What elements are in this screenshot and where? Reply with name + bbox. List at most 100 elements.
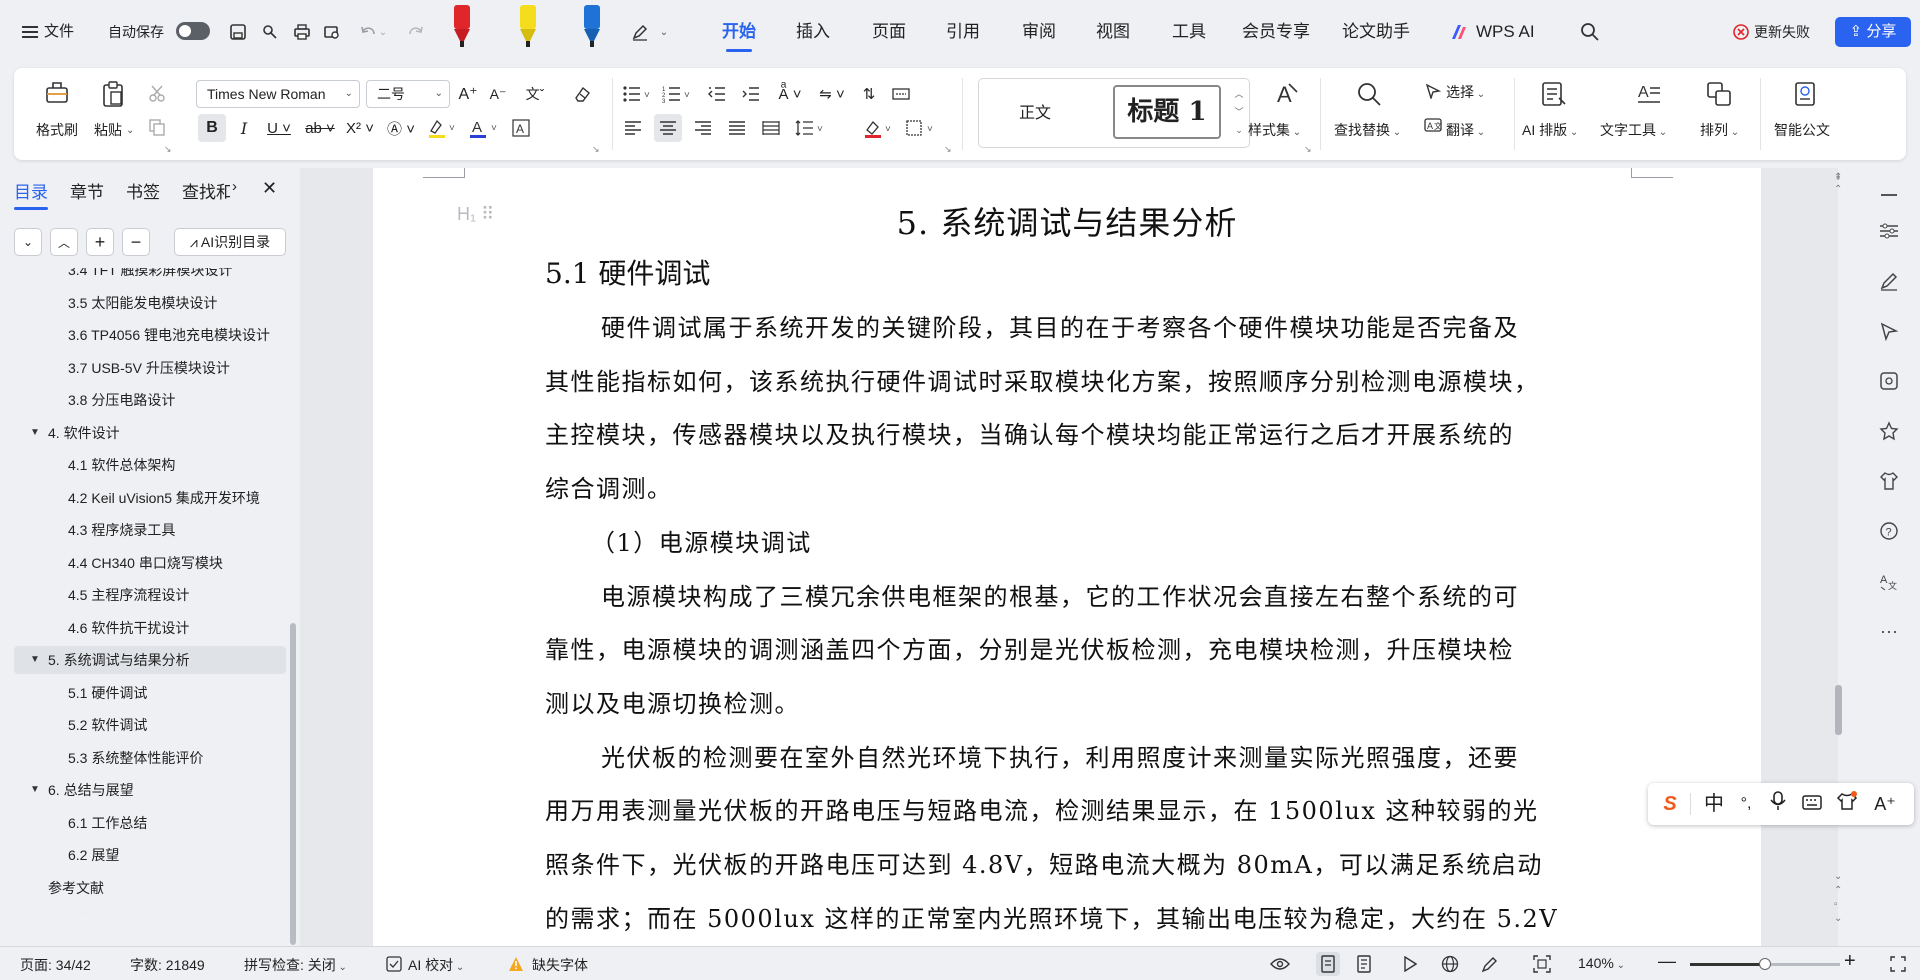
toc-item[interactable]: 6.2 展望 bbox=[14, 841, 286, 869]
highlight-color-icon[interactable]: ˅ bbox=[424, 114, 460, 142]
arrange-label[interactable]: 排列 ⌄ bbox=[1700, 120, 1739, 140]
page-view-icon[interactable] bbox=[1316, 952, 1340, 976]
decrease-indent-icon[interactable] bbox=[704, 82, 730, 106]
font-size-select[interactable]: 二号 ⌄ bbox=[366, 80, 450, 108]
sort-icon[interactable]: ⇋ ˅ bbox=[816, 82, 848, 106]
scroll-top-icon[interactable]: ⇞ ⌃ bbox=[1834, 172, 1842, 196]
microphone-icon[interactable] bbox=[1766, 791, 1790, 817]
numbered-list-icon[interactable]: 1 2 3 ˅ bbox=[660, 82, 694, 106]
tab-home[interactable]: 开始 bbox=[722, 20, 756, 52]
play-icon[interactable] bbox=[1398, 952, 1422, 976]
underline-icon[interactable]: U ˅ bbox=[262, 114, 296, 142]
select-label[interactable]: 选择 ⌄ bbox=[1446, 82, 1485, 102]
toc-item[interactable]: 4.6 软件抗干扰设计 bbox=[14, 614, 286, 642]
paste-icon[interactable] bbox=[96, 78, 130, 110]
link-icon[interactable] bbox=[256, 18, 284, 46]
phonetic-guide-icon[interactable]: 文ˇ bbox=[518, 82, 552, 106]
font-expand-icon[interactable]: ↘ bbox=[592, 144, 600, 155]
ime-lang-toggle[interactable]: 中 bbox=[1700, 791, 1728, 817]
add-heading-button[interactable]: + bbox=[86, 228, 114, 256]
zoom-slider[interactable] bbox=[1690, 958, 1840, 970]
ai-layout-icon[interactable] bbox=[1536, 78, 1570, 110]
find-replace-label[interactable]: 查找替换 ⌄ bbox=[1334, 120, 1401, 140]
text-tools-icon[interactable]: A bbox=[1632, 78, 1666, 110]
styles-expand-icon[interactable]: ↘ bbox=[1304, 144, 1312, 155]
toc-item[interactable]: 4.3 程序烧录工具 bbox=[14, 516, 286, 544]
strikethrough-icon[interactable]: ab ˅ bbox=[302, 114, 338, 142]
spell-check-status[interactable]: 拼写检查: 关闭 ⌄ bbox=[244, 955, 347, 975]
zoom-in-icon[interactable]: + bbox=[1844, 950, 1856, 973]
shading-icon[interactable]: ˅ bbox=[860, 114, 896, 142]
toc-item[interactable]: 5.1 硬件调试 bbox=[14, 679, 286, 707]
style-set-label[interactable]: 样式集 ⌄ bbox=[1248, 120, 1301, 140]
text-direction-icon[interactable]: Aͣ ˅ bbox=[772, 82, 808, 106]
web-view-icon[interactable] bbox=[1438, 952, 1462, 976]
expand-triangle-icon[interactable]: ▼ bbox=[30, 776, 40, 804]
update-failed-label[interactable]: 更新失败 bbox=[1754, 21, 1810, 43]
fullscreen-icon[interactable] bbox=[1886, 952, 1910, 976]
toc-item[interactable]: 3.4 TFT 触摸彩屏模块设计 bbox=[14, 268, 286, 284]
show-marks-icon[interactable] bbox=[888, 82, 914, 106]
ai-proof-button[interactable]: AI 校对 ⌄ bbox=[408, 955, 464, 975]
style-heading-1[interactable]: 标题 1 bbox=[1113, 85, 1221, 139]
blue-pen-icon[interactable] bbox=[578, 2, 606, 50]
punctuation-icon[interactable]: °, bbox=[1734, 791, 1758, 817]
pen-dropdown-icon[interactable]: ⌄ bbox=[656, 18, 672, 46]
remove-heading-button[interactable]: − bbox=[122, 228, 150, 256]
cut-icon[interactable] bbox=[146, 82, 168, 104]
shrink-font-icon[interactable]: A⁻ bbox=[486, 82, 510, 106]
zoom-level[interactable]: 140% ⌄ bbox=[1578, 955, 1625, 971]
zoom-slider-thumb[interactable] bbox=[1759, 958, 1771, 970]
format-painter-label[interactable]: 格式刷 bbox=[36, 120, 78, 140]
font-name-select[interactable]: Times New Roman ⌄ bbox=[196, 80, 360, 108]
bold-icon[interactable]: B bbox=[198, 114, 226, 142]
toc-item[interactable]: ▼ 5. 系统调试与结果分析 bbox=[14, 646, 286, 674]
toc-item[interactable]: ▼ 4. 软件设计 bbox=[14, 419, 286, 447]
toc-item[interactable]: 4.5 主程序流程设计 bbox=[14, 581, 286, 609]
missing-font-warning[interactable]: 缺失字体 bbox=[532, 955, 588, 975]
char-border-icon[interactable]: A bbox=[508, 114, 534, 142]
tab-chapters[interactable]: 章节 bbox=[70, 178, 104, 203]
tab-page[interactable]: 页面 bbox=[872, 20, 906, 46]
format-painter-icon[interactable] bbox=[40, 78, 74, 110]
toc-item[interactable]: 4.4 CH340 串口烧写模块 bbox=[14, 549, 286, 577]
tab-view[interactable]: 视图 bbox=[1096, 20, 1130, 46]
smart-doc-icon[interactable] bbox=[1788, 78, 1822, 110]
shirt-icon[interactable] bbox=[1876, 468, 1902, 494]
search-icon[interactable] bbox=[1576, 18, 1604, 46]
autosave-toggle[interactable] bbox=[176, 22, 210, 40]
style-normal[interactable]: 正文 bbox=[995, 99, 1075, 123]
toc-item[interactable]: ▼ 6. 总结与展望 bbox=[14, 776, 286, 804]
toc-item[interactable]: 致 谢 bbox=[14, 906, 286, 913]
borders-icon[interactable]: ˅ bbox=[902, 114, 938, 142]
document-scrollbar[interactable] bbox=[1835, 685, 1842, 735]
superscript-icon[interactable]: X² ˅ bbox=[342, 114, 378, 142]
grow-font-icon[interactable]: A⁺ bbox=[456, 82, 480, 106]
eye-icon[interactable] bbox=[1268, 952, 1292, 976]
translate-icon[interactable]: A文 bbox=[1422, 114, 1444, 136]
fit-page-icon[interactable] bbox=[1530, 952, 1554, 976]
tab-review[interactable]: 审阅 bbox=[1022, 20, 1056, 46]
distributed-icon[interactable] bbox=[758, 114, 784, 142]
page-indicator[interactable]: 页面: 34/42 bbox=[20, 955, 91, 975]
tab-bookmarks[interactable]: 书签 bbox=[126, 178, 160, 203]
ai-layout-label[interactable]: AI 排版 ⌄ bbox=[1522, 120, 1578, 140]
copy-icon[interactable] bbox=[146, 116, 168, 138]
style-set-icon[interactable]: A bbox=[1270, 78, 1304, 110]
red-pen-icon[interactable] bbox=[448, 2, 476, 50]
ai-toc-button[interactable]: ⩘ AI识别目录 bbox=[174, 228, 286, 256]
toc-item[interactable]: 3.8 分压电路设计 bbox=[14, 386, 286, 414]
align-right-icon[interactable] bbox=[690, 114, 716, 142]
paragraph-expand-icon[interactable]: ↘ bbox=[944, 144, 952, 155]
ai-assistant-icon[interactable]: A⁺ bbox=[1870, 791, 1900, 817]
font-color-icon[interactable]: A ˅ bbox=[466, 114, 502, 142]
print-icon[interactable] bbox=[288, 18, 316, 46]
sogou-logo-icon[interactable]: S bbox=[1656, 791, 1684, 817]
paste-dropdown-icon[interactable]: ⌄ bbox=[126, 120, 134, 136]
help-icon[interactable]: ? bbox=[1876, 518, 1902, 544]
adjust-icon[interactable] bbox=[1876, 218, 1902, 244]
toc-item[interactable]: 6.1 工作总结 bbox=[14, 809, 286, 837]
tab-references[interactable]: 引用 bbox=[946, 20, 980, 46]
yellow-pen-icon[interactable] bbox=[514, 2, 542, 50]
collapse-icon[interactable] bbox=[1876, 182, 1902, 208]
